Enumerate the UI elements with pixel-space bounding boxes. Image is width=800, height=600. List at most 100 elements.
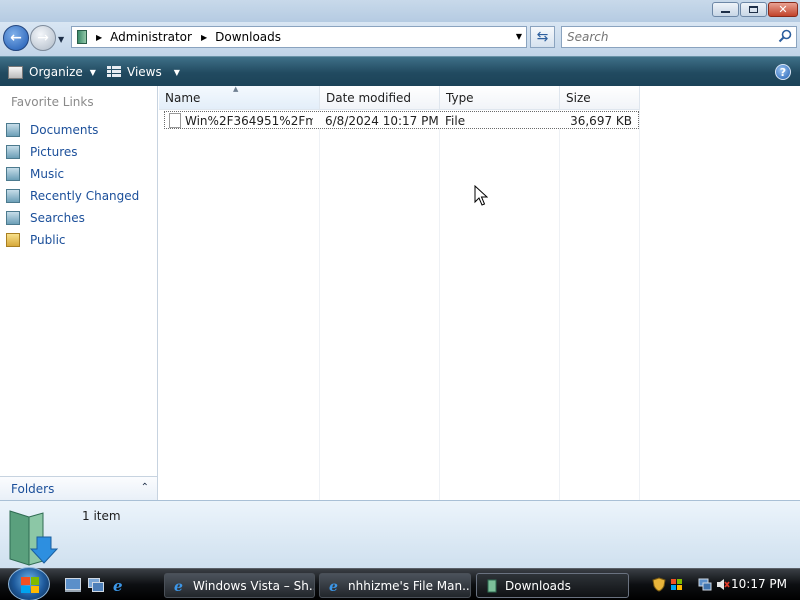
- folders-toggle[interactable]: Folders ⌃: [0, 476, 157, 500]
- taskbar-clock[interactable]: 10:17 PM: [731, 577, 787, 591]
- back-arrow-icon: ←: [10, 30, 22, 46]
- sort-ascending-icon: ▲: [233, 85, 239, 93]
- security-shield-icon[interactable]: [652, 577, 666, 592]
- mouse-cursor-icon: [474, 185, 488, 206]
- address-toolbar: ← → ▼ ▶ Administrator ▶ Downloads ▼ ⇆: [0, 22, 800, 56]
- file-row[interactable]: Win%2F364951%2Fmi... 6/8/2024 10:17 PM F…: [164, 111, 639, 129]
- pictures-icon: [6, 145, 20, 159]
- title-bar: ✕: [0, 0, 800, 22]
- downloads-folder-icon: [9, 510, 59, 566]
- minimize-button[interactable]: [712, 2, 739, 17]
- address-bar[interactable]: ▶ Administrator ▶ Downloads ▼: [71, 26, 527, 48]
- favorite-link-music[interactable]: Music: [6, 163, 139, 185]
- search-icon[interactable]: [778, 29, 792, 43]
- column-header-label: Type: [446, 90, 474, 105]
- column-divider: [439, 110, 440, 500]
- column-header-label: Size: [566, 90, 591, 105]
- recently-changed-icon: [6, 189, 20, 203]
- explorer-folder-icon: [487, 579, 497, 592]
- start-button[interactable]: [8, 567, 50, 600]
- taskbar-button-downloads[interactable]: Downloads: [476, 573, 629, 598]
- forward-arrow-icon: →: [37, 30, 49, 46]
- favorite-link-label: Music: [30, 167, 65, 181]
- favorite-link-recently-changed[interactable]: Recently Changed: [6, 185, 139, 207]
- details-pane: 1 item: [0, 500, 800, 568]
- organize-label: Organize: [29, 65, 83, 79]
- column-header-label: Date modified: [326, 90, 412, 105]
- close-icon: ✕: [778, 3, 788, 16]
- breadcrumb-separator-icon[interactable]: ▶: [96, 33, 102, 42]
- favorite-link-documents[interactable]: Documents: [6, 119, 139, 141]
- show-desktop-icon[interactable]: [65, 578, 81, 592]
- favorite-link-label: Searches: [30, 211, 85, 225]
- file-size: 36,697 KB: [570, 114, 632, 128]
- column-header-name[interactable]: ▲ Name: [159, 85, 320, 110]
- breadcrumb-administrator[interactable]: Administrator: [110, 30, 192, 44]
- favorite-links-heading: Favorite Links: [11, 95, 94, 109]
- recent-pages-dropdown[interactable]: ▼: [58, 35, 64, 44]
- help-button[interactable]: ?: [775, 64, 791, 80]
- folder-location-icon: [77, 30, 87, 44]
- column-header-date-modified[interactable]: Date modified: [320, 86, 440, 110]
- chevron-down-icon: ▼: [173, 67, 180, 77]
- svg-text:e: e: [174, 579, 183, 593]
- searches-icon: [6, 211, 20, 225]
- views-button[interactable]: Views ▼: [107, 62, 180, 82]
- column-header-label: Name: [165, 90, 201, 105]
- windows-update-icon[interactable]: [670, 577, 684, 592]
- favorite-link-label: Recently Changed: [30, 189, 140, 203]
- taskbar-button-label: Downloads: [505, 578, 571, 593]
- network-icon[interactable]: [698, 577, 712, 592]
- forward-button[interactable]: →: [30, 25, 56, 51]
- favorite-link-searches[interactable]: Searches: [6, 207, 139, 229]
- file-list: ▲ Name Date modified Type Size Win%2F364…: [159, 85, 800, 500]
- chevron-up-icon: ⌃: [140, 482, 149, 493]
- item-count: 1 item: [82, 509, 121, 523]
- address-dropdown-icon[interactable]: ▼: [516, 32, 522, 41]
- column-header-type[interactable]: Type: [440, 86, 560, 110]
- back-button[interactable]: ←: [3, 25, 29, 51]
- file-type: File: [445, 114, 466, 128]
- folders-label: Folders: [11, 481, 55, 496]
- minimize-icon: [721, 11, 730, 13]
- column-header-size[interactable]: Size: [560, 86, 640, 110]
- breadcrumb-separator-icon[interactable]: ▶: [201, 33, 207, 42]
- organize-icon: [8, 65, 23, 79]
- windows-logo-icon: [21, 577, 39, 593]
- command-bar: Organize ▼ Views ▼ ?: [0, 56, 800, 86]
- volume-muted-icon[interactable]: [716, 577, 730, 592]
- documents-icon: [6, 123, 20, 137]
- svg-text:e: e: [329, 579, 338, 593]
- file-icon: [169, 113, 181, 128]
- taskbar-button-label: nhhizme's File Man...: [348, 578, 471, 593]
- taskbar-button-label: Windows Vista – Sh...: [193, 578, 315, 593]
- ie-icon: e: [329, 579, 338, 593]
- ie-icon: e: [174, 579, 183, 593]
- favorite-link-public[interactable]: Public: [6, 229, 139, 251]
- help-icon: ?: [779, 65, 787, 79]
- column-divider: [559, 110, 560, 500]
- refresh-button[interactable]: ⇆: [530, 26, 555, 48]
- column-divider: [639, 110, 640, 500]
- taskbar-button-windows-vista[interactable]: e Windows Vista – Sh...: [164, 573, 315, 598]
- favorite-link-label: Public: [30, 233, 66, 247]
- search-box[interactable]: [561, 26, 797, 48]
- favorite-links-list: Documents Pictures Music Recently Change…: [6, 119, 139, 251]
- favorite-link-label: Pictures: [30, 145, 78, 159]
- favorite-link-label: Documents: [30, 123, 99, 137]
- breadcrumb-downloads[interactable]: Downloads: [215, 30, 281, 44]
- caption-buttons: ✕: [712, 2, 798, 17]
- taskbar-button-file-manager[interactable]: e nhhizme's File Man...: [319, 573, 471, 598]
- close-button[interactable]: ✕: [768, 2, 798, 17]
- favorite-link-pictures[interactable]: Pictures: [6, 141, 139, 163]
- taskbar: e e Windows Vista – Sh... e nhhizme's Fi…: [0, 567, 800, 600]
- maximize-button[interactable]: [740, 2, 767, 17]
- internet-explorer-icon[interactable]: e: [111, 578, 127, 592]
- navigation-pane: Favorite Links Documents Pictures Music …: [0, 86, 158, 500]
- maximize-icon: [749, 6, 758, 13]
- file-date-modified: 6/8/2024 10:17 PM: [325, 114, 439, 128]
- svg-text:e: e: [113, 578, 123, 592]
- search-input[interactable]: [562, 27, 762, 47]
- switch-windows-icon[interactable]: [88, 578, 104, 592]
- organize-button[interactable]: Organize ▼: [8, 62, 96, 82]
